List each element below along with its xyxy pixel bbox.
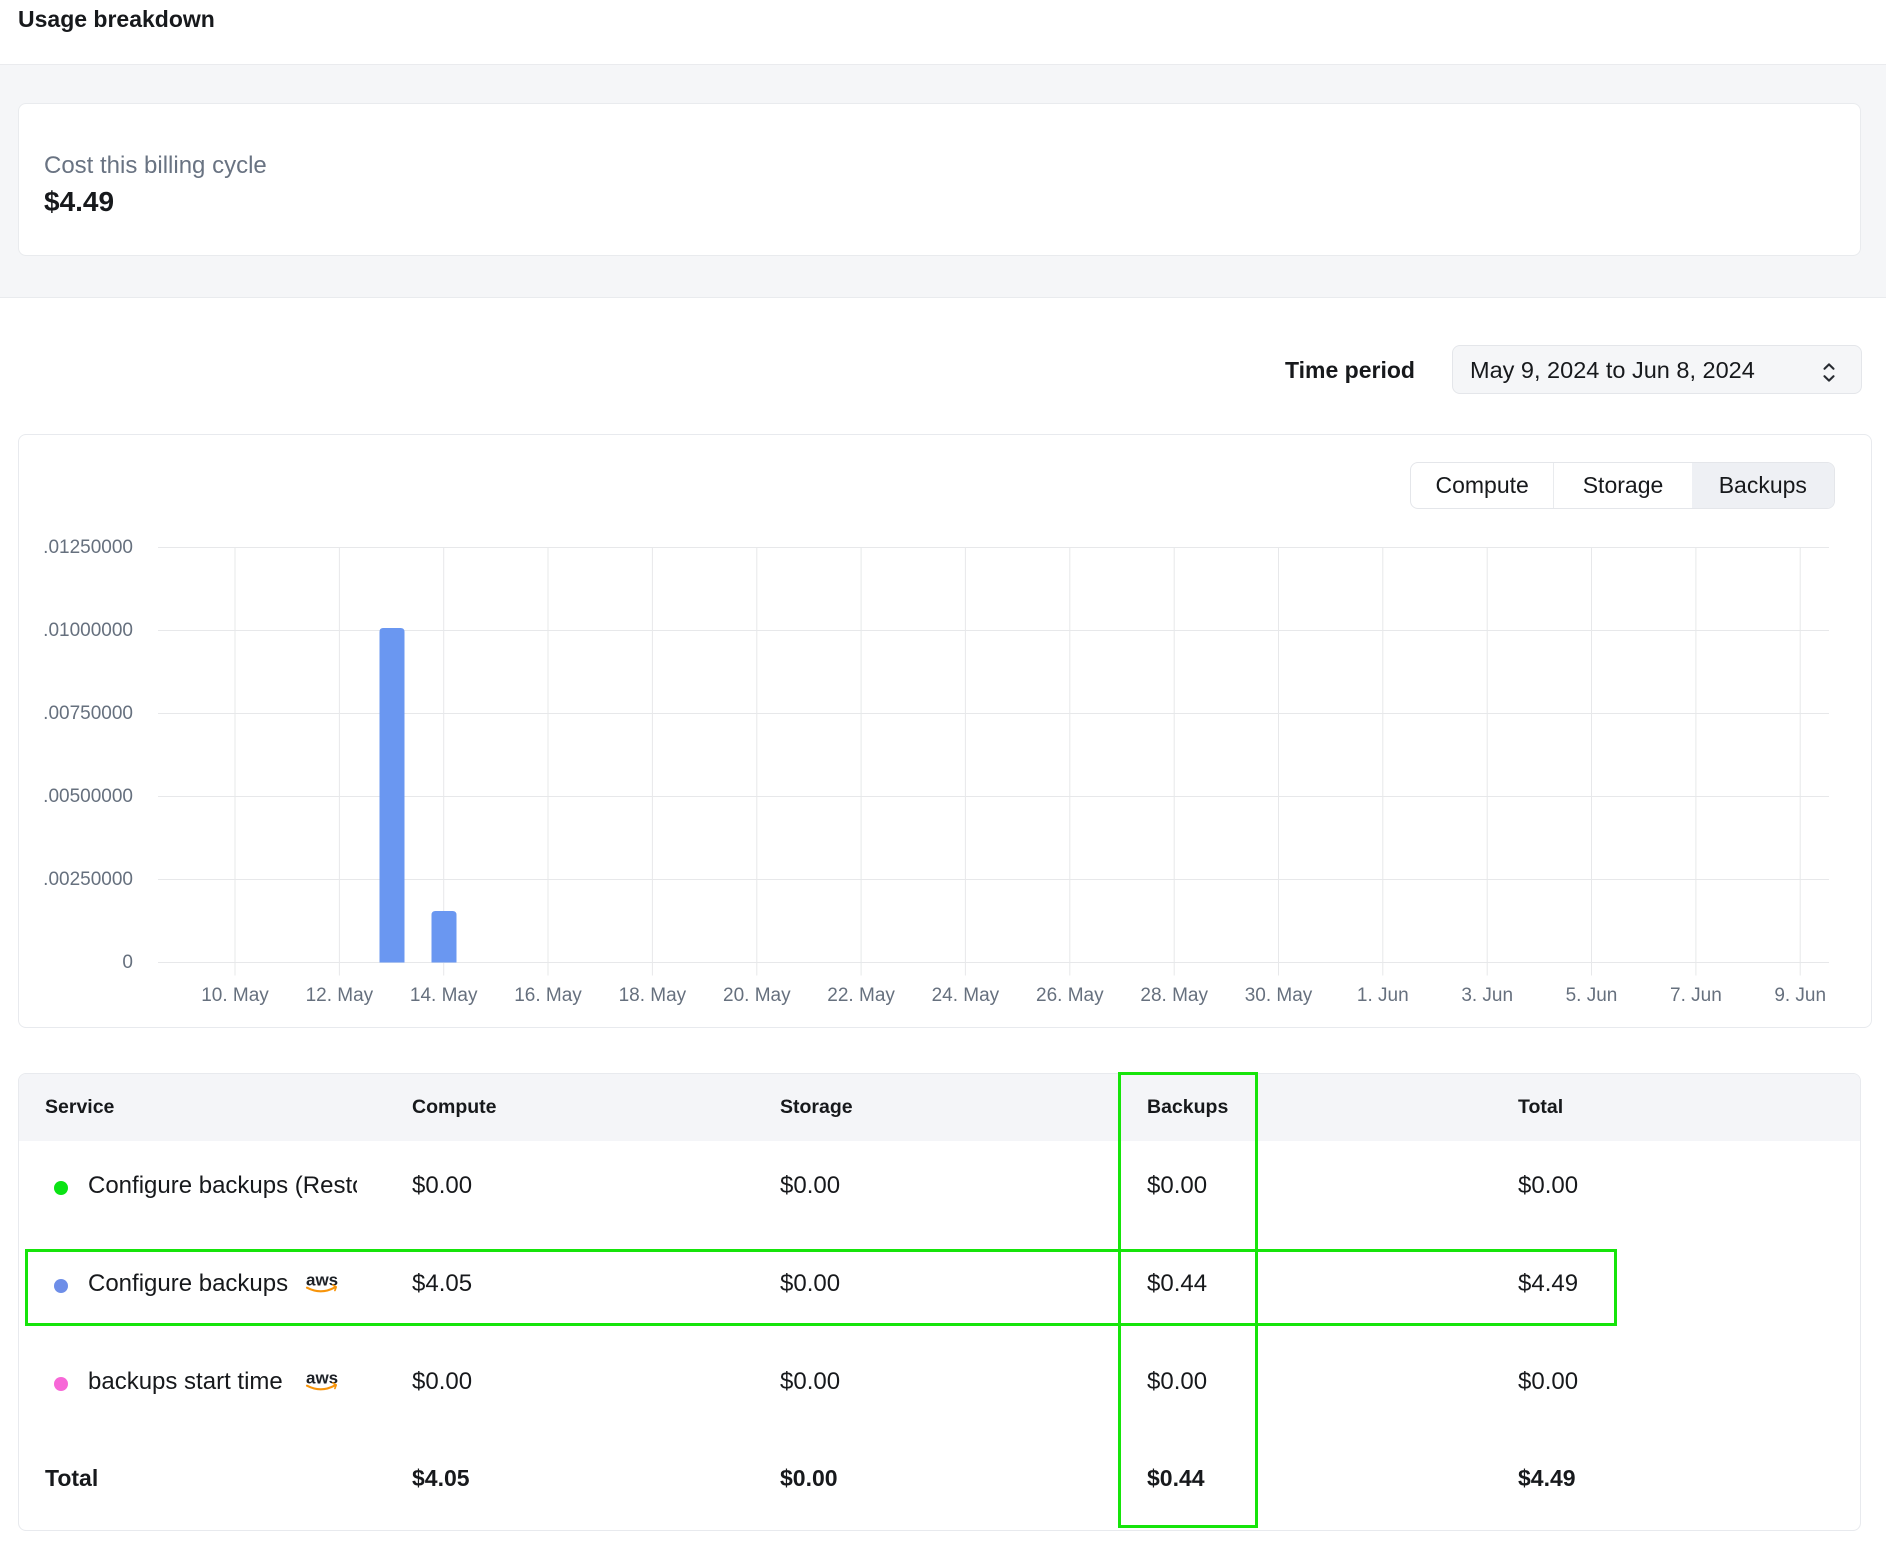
svg-text:12. May: 12. May	[306, 985, 374, 1006]
svg-text:3. Jun: 3. Jun	[1461, 985, 1513, 1006]
svg-text:.00750000: .00750000	[43, 703, 133, 724]
svg-text:24. May: 24. May	[932, 985, 1000, 1006]
svg-text:7. Jun: 7. Jun	[1670, 985, 1722, 1006]
svg-text:.01250000: .01250000	[43, 537, 133, 558]
svg-text:9. Jun: 9. Jun	[1774, 985, 1826, 1006]
svg-text:5. Jun: 5. Jun	[1566, 985, 1618, 1006]
svg-text:26. May: 26. May	[1036, 985, 1104, 1006]
svg-text:.00500000: .00500000	[43, 786, 133, 807]
svg-text:28. May: 28. May	[1140, 985, 1208, 1006]
svg-text:1. Jun: 1. Jun	[1357, 985, 1409, 1006]
svg-text:0: 0	[122, 952, 133, 973]
svg-text:10. May: 10. May	[201, 985, 269, 1006]
svg-text:14. May: 14. May	[410, 985, 478, 1006]
svg-text:22. May: 22. May	[827, 985, 895, 1006]
svg-text:.00250000: .00250000	[43, 869, 133, 890]
svg-text:18. May: 18. May	[619, 985, 687, 1006]
svg-text:16. May: 16. May	[514, 985, 582, 1006]
svg-text:20. May: 20. May	[723, 985, 791, 1006]
svg-text:30. May: 30. May	[1245, 985, 1313, 1006]
svg-text:.01000000: .01000000	[43, 620, 133, 641]
